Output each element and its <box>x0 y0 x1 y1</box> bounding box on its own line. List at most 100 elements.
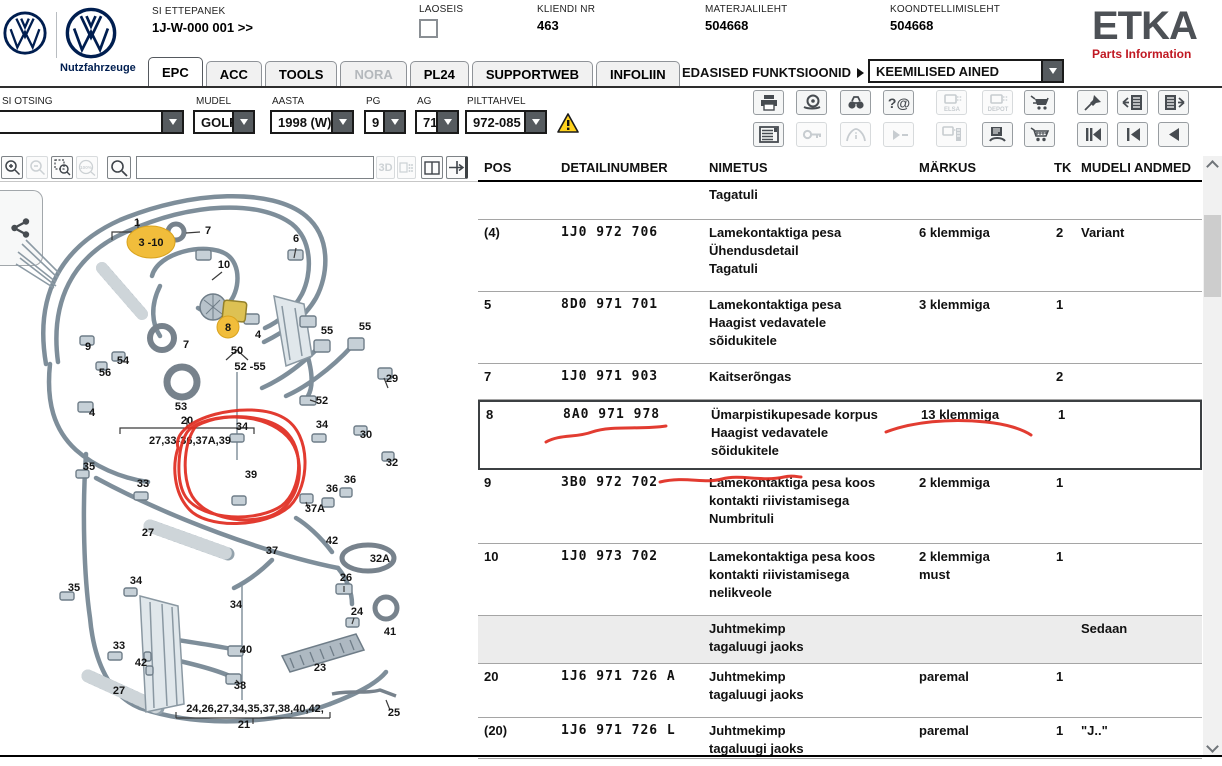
diagram-position-label[interactable]: 36 <box>326 483 338 495</box>
tab-infoliin[interactable]: INFOLIIN <box>596 61 680 86</box>
osi-otsing-dropdown[interactable] <box>0 110 184 134</box>
dropdown-arrow-icon[interactable] <box>436 112 457 132</box>
diagram-position-label[interactable]: 53 <box>175 401 187 413</box>
diagram-position-label[interactable]: 23 <box>314 662 326 674</box>
diagram-position-label[interactable]: 4 <box>89 407 96 419</box>
navigate-previous-page-icon[interactable] <box>1117 122 1148 147</box>
tab-supportweb[interactable]: SUPPORTWEB <box>472 61 593 86</box>
pin-icon[interactable] <box>1077 90 1108 115</box>
diagram-position-label[interactable]: 27 <box>142 527 154 539</box>
diagram-position-label[interactable]: 33 <box>137 478 149 490</box>
diagram-position-label[interactable]: 37A <box>305 503 325 515</box>
pg-dropdown[interactable]: 9 <box>364 110 406 134</box>
diagram-position-label[interactable]: 10 <box>218 259 230 271</box>
diagram-position-label[interactable]: 34 <box>236 421 249 433</box>
vehicle-info-icon[interactable] <box>840 122 871 147</box>
navigate-first-icon[interactable] <box>1077 122 1108 147</box>
diagram-position-label[interactable]: 26 <box>340 572 352 584</box>
ag-dropdown[interactable]: 71 <box>415 110 459 134</box>
table-row-selected[interactable]: 88A0 971 978Ümarpistikupesade korpus Haa… <box>478 400 1202 470</box>
aasta-dropdown[interactable]: 1998 (W) <box>270 110 354 134</box>
diagram-position-label[interactable]: 4 <box>255 329 262 341</box>
diagram-position-label[interactable]: 24,26,27,34,35,37,38,40,42, <box>186 703 324 715</box>
table-row[interactable]: (20)1J6 971 726 LJuhtmekimp tagaluugi ja… <box>478 718 1202 759</box>
mudel-dropdown[interactable]: GOLF <box>193 110 255 134</box>
diagram-position-label[interactable]: 33 <box>113 640 125 652</box>
diagram-position-label[interactable]: 38 <box>234 680 246 692</box>
column-header-mudeli-andmed[interactable]: MUDELI ANDMED <box>1081 160 1191 175</box>
monitor-document-icon[interactable] <box>936 122 967 147</box>
edasised-funktsioonid-label[interactable]: EDASISED FUNKTSIOONID <box>682 65 851 80</box>
tab-nora[interactable]: NORA <box>340 61 406 86</box>
diagram-position-label[interactable]: 41 <box>384 626 396 638</box>
play-minus-icon[interactable] <box>883 122 914 147</box>
tab-tools[interactable]: TOOLS <box>265 61 338 86</box>
elsa-icon[interactable]: ELSA <box>936 90 967 115</box>
keemilised-ained-dropdown[interactable]: KEEMILISED AINED <box>868 59 1064 83</box>
scroll-up-icon[interactable] <box>1203 156 1222 173</box>
column-header-nimetus[interactable]: NIMETUS <box>709 160 768 175</box>
wiring-diagram[interactable]: 3 -108 17610475052 -55954564535555295220… <box>0 156 478 761</box>
document-next-icon[interactable] <box>1158 90 1189 115</box>
table-row[interactable]: Juhtmekimp tagaluugi jaoksSedaan <box>478 616 1202 664</box>
key-icon[interactable] <box>796 122 827 147</box>
diagram-position-label[interactable]: 52 <box>316 395 328 407</box>
diagram-position-label[interactable]: 52 -55 <box>234 361 265 373</box>
table-row[interactable]: 93B0 972 702Lamekontaktiga pesa koos kon… <box>478 470 1202 544</box>
dropdown-arrow-icon[interactable] <box>1041 61 1062 81</box>
si-ettepanek-value[interactable]: 1J-W-000 001 >> <box>152 20 253 35</box>
diagram-position-label[interactable]: 36 <box>344 474 356 486</box>
diagram-position-label[interactable]: 54 <box>117 355 130 367</box>
navigate-previous-icon[interactable] <box>1158 122 1189 147</box>
diagram-position-label[interactable]: 25 <box>388 707 400 719</box>
dropdown-arrow-icon[interactable] <box>524 112 545 132</box>
diagram-position-label[interactable]: 34 <box>316 419 329 431</box>
wheel-parts-icon[interactable] <box>796 90 827 115</box>
diagram-position-label[interactable]: 34 <box>130 575 143 587</box>
tab-acc[interactable]: ACC <box>206 61 262 86</box>
dropdown-arrow-icon[interactable] <box>383 112 404 132</box>
column-header-tk[interactable]: TK <box>1054 160 1071 175</box>
document-previous-icon[interactable] <box>1117 90 1148 115</box>
depot-icon[interactable]: DEPOT <box>982 90 1013 115</box>
diagram-position-label[interactable]: 30 <box>360 429 372 441</box>
diagram-position-label[interactable]: 55 <box>321 325 333 337</box>
column-header-markus[interactable]: MÄRKUS <box>919 160 976 175</box>
diagram-position-label[interactable]: 42 <box>326 535 338 547</box>
column-header-detailinumber[interactable]: DETAILINUMBER <box>561 160 668 175</box>
shopping-cart-icon[interactable] <box>1024 122 1055 147</box>
diagram-position-label[interactable]: 27 <box>113 685 125 697</box>
diagram-position-label[interactable]: 21 <box>238 719 250 731</box>
diagram-position-label[interactable]: 29 <box>386 373 398 385</box>
dropdown-arrow-icon[interactable] <box>331 112 352 132</box>
document-vehicle-icon[interactable] <box>982 122 1013 147</box>
table-row[interactable]: 101J0 973 702Lamekontaktiga pesa koos ko… <box>478 544 1202 616</box>
table-row[interactable]: Tagatuli <box>478 182 1202 220</box>
diagram-position-label[interactable]: 34 <box>230 599 243 611</box>
diagram-position-label[interactable]: 35 <box>68 582 80 594</box>
scrollbar-thumb[interactable] <box>1204 215 1221 297</box>
diagram-position-label[interactable]: 32 <box>386 457 398 469</box>
diagram-position-label[interactable]: 50 <box>231 345 243 357</box>
diagram-position-label[interactable]: 7 <box>205 225 211 237</box>
tab-pl24[interactable]: PL24 <box>410 61 469 86</box>
pilttahvel-dropdown[interactable]: 972-085 <box>465 110 547 134</box>
column-header-pos[interactable]: POS <box>484 160 511 175</box>
diagram-position-label[interactable]: 7 <box>183 339 189 351</box>
print-icon[interactable] <box>753 90 784 115</box>
laoseis-checkbox[interactable] <box>419 19 438 38</box>
table-row[interactable]: 71J0 971 903Kaitserõngas2 <box>478 364 1202 400</box>
table-row[interactable]: 58D0 971 701Lamekontaktiga pesa Haagist … <box>478 292 1202 364</box>
diagram-position-label[interactable]: 1 <box>134 217 140 229</box>
diagram-position-label[interactable]: 20 <box>181 415 193 427</box>
table-scrollbar[interactable] <box>1203 156 1222 757</box>
diagram-position-label[interactable]: 27,33-36,37A,39 <box>149 435 231 447</box>
dropdown-arrow-icon[interactable] <box>232 112 253 132</box>
dropdown-arrow-icon[interactable] <box>161 112 182 132</box>
diagram-position-label[interactable]: 24 <box>351 606 364 618</box>
diagram-position-label[interactable]: 35 <box>83 461 95 473</box>
tab-epc[interactable]: EPC <box>148 57 203 86</box>
search-binoculars-icon[interactable] <box>840 90 871 115</box>
diagram-position-label[interactable]: 56 <box>99 367 111 379</box>
diagram-position-label[interactable]: 9 <box>85 341 91 353</box>
